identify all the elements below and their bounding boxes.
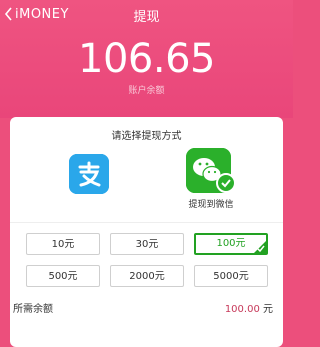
selected-check-badge: [216, 173, 236, 193]
check-icon: [221, 179, 231, 188]
page-title: 提现: [133, 10, 160, 25]
amount-option-500[interactable]: 500元: [26, 265, 100, 287]
required-balance-unit: 元: [263, 304, 273, 315]
amount-option-5000[interactable]: 5000元: [194, 265, 268, 287]
amount-option-100-label: 100元: [216, 238, 246, 249]
amount-option-30[interactable]: 30元: [110, 233, 184, 255]
corner-check-icon: [257, 245, 265, 253]
alipay-icon: [69, 154, 109, 194]
required-balance-value: 100.00 元: [225, 300, 273, 315]
required-balance-label: 所需余额: [13, 304, 53, 315]
wechat-label: 提现到微信: [188, 200, 234, 210]
balance-label: 账户余额: [128, 86, 165, 96]
amount-option-2000[interactable]: 2000元: [110, 265, 184, 287]
amount-option-100[interactable]: 100元: [194, 233, 268, 255]
balance-amount: 106.65: [78, 36, 215, 82]
header: iMONEY 提现 106.65 账户余额: [0, 0, 293, 118]
alipay-option[interactable]: [69, 154, 109, 194]
card-title: 请选择提现方式: [111, 131, 182, 142]
divider: [10, 222, 283, 223]
amount-option-10[interactable]: 10元: [26, 233, 100, 255]
required-balance-amount: 100.00: [224, 304, 260, 315]
